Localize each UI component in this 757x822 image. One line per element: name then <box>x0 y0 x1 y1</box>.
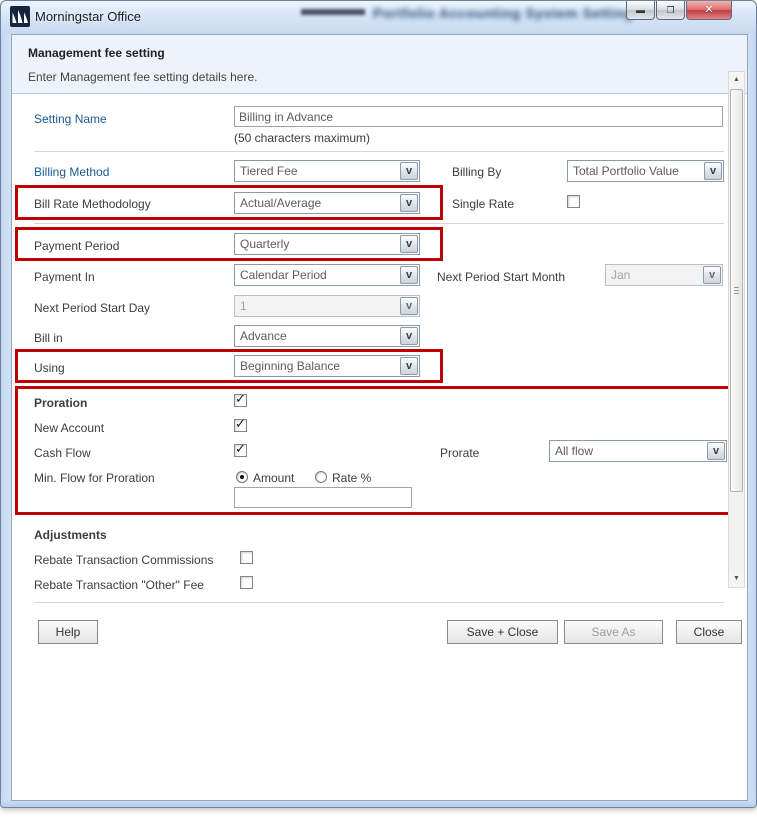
setting-name-label: Setting Name <box>34 112 107 126</box>
using-label: Using <box>34 361 65 375</box>
billing-method-label: Billing Method <box>34 165 109 179</box>
rebate-commissions-checkbox[interactable] <box>240 551 253 564</box>
close-icon: ✕ <box>704 4 713 16</box>
new-account-label: New Account <box>34 421 104 435</box>
close-button[interactable]: Close <box>676 620 742 644</box>
title-bar[interactable]: Morningstar Office Portfolio Accounting … <box>1 1 756 34</box>
scrollbar-grip <box>734 287 739 295</box>
background-window-title: Portfolio Accounting System Setting <box>373 5 633 21</box>
setting-name-hint: (50 characters maximum) <box>234 131 370 145</box>
single-rate-label: Single Rate <box>452 197 514 211</box>
chevron-down-icon[interactable]: v <box>400 266 418 284</box>
cash-flow-checkbox[interactable]: ✓ <box>234 444 247 457</box>
payment-in-label: Payment In <box>34 270 95 284</box>
rate-radio-label: Rate % <box>332 471 371 485</box>
next-period-start-day-select: 1 v <box>234 295 420 317</box>
check-icon: ✓ <box>235 441 246 457</box>
billing-by-value: Total Portfolio Value <box>573 164 679 178</box>
amount-radio[interactable] <box>236 471 248 483</box>
using-value: Beginning Balance <box>240 359 340 373</box>
payment-in-select[interactable]: Calendar Period v <box>234 264 420 286</box>
check-icon: ✓ <box>235 416 246 432</box>
min-flow-input[interactable] <box>234 487 412 508</box>
vertical-scrollbar[interactable]: ▲ ▼ <box>728 71 745 588</box>
bill-in-label: Bill in <box>34 331 63 345</box>
close-window-button[interactable]: ✕ <box>686 1 732 20</box>
page-subtitle: Enter Management fee setting details her… <box>28 70 257 84</box>
payment-period-label: Payment Period <box>34 239 119 253</box>
cash-flow-label: Cash Flow <box>34 446 91 460</box>
maximize-icon: ❐ <box>666 5 674 15</box>
min-flow-label: Min. Flow for Proration <box>34 471 155 485</box>
rebate-other-fee-label: Rebate Transaction "Other" Fee <box>34 578 204 592</box>
divider <box>34 151 724 152</box>
window-title: Morningstar Office <box>35 9 141 24</box>
payment-period-value: Quarterly <box>240 237 289 251</box>
new-account-checkbox[interactable]: ✓ <box>234 419 247 432</box>
amount-radio-label: Amount <box>253 471 294 485</box>
minimize-icon: ▬ <box>636 5 645 15</box>
chevron-down-icon[interactable]: v <box>400 357 418 375</box>
bill-rate-methodology-select[interactable]: Actual/Average v <box>234 192 420 214</box>
billing-method-value: Tiered Fee <box>240 164 298 178</box>
chevron-down-icon: v <box>703 266 721 284</box>
bill-rate-methodology-value: Actual/Average <box>240 196 321 210</box>
background-window-blur-bar <box>301 9 365 15</box>
scroll-down-icon[interactable]: ▼ <box>729 571 744 587</box>
dialog-header: Management fee setting Enter Management … <box>12 35 747 94</box>
chevron-down-icon[interactable]: v <box>400 194 418 212</box>
help-button[interactable]: Help <box>38 620 98 644</box>
dialog-content: Management fee setting Enter Management … <box>11 34 748 801</box>
save-as-button: Save As <box>564 620 663 644</box>
next-period-start-month-label: Next Period Start Month <box>437 270 565 284</box>
billing-by-label: Billing By <box>452 165 501 179</box>
payment-period-select[interactable]: Quarterly v <box>234 233 420 255</box>
page-title: Management fee setting <box>28 46 165 60</box>
prorate-value: All flow <box>555 444 593 458</box>
chevron-down-icon[interactable]: v <box>707 442 725 460</box>
next-period-start-month-value: Jan <box>611 268 630 282</box>
chevron-down-icon: v <box>400 297 418 315</box>
billing-by-select[interactable]: Total Portfolio Value v <box>567 160 724 182</box>
proration-checkbox[interactable]: ✓ <box>234 394 247 407</box>
check-icon: ✓ <box>235 391 246 407</box>
adjustments-title: Adjustments <box>34 528 107 542</box>
rebate-commissions-label: Rebate Transaction Commissions <box>34 553 213 567</box>
next-period-start-day-label: Next Period Start Day <box>34 301 150 315</box>
prorate-label: Prorate <box>440 446 479 460</box>
billing-method-select[interactable]: Tiered Fee v <box>234 160 420 182</box>
bill-in-select[interactable]: Advance v <box>234 325 420 347</box>
bill-in-value: Advance <box>240 329 287 343</box>
minimize-button[interactable]: ▬ <box>626 1 655 20</box>
morningstar-office-window: Morningstar Office Portfolio Accounting … <box>0 0 757 808</box>
save-close-button[interactable]: Save + Close <box>447 620 558 644</box>
rate-radio[interactable] <box>315 471 327 483</box>
next-period-start-day-value: 1 <box>240 299 247 313</box>
fee-setting-form: Setting Name (50 characters maximum) Bil… <box>12 94 747 647</box>
maximize-button[interactable]: ❐ <box>656 1 685 20</box>
window-frame-left <box>1 34 11 799</box>
bill-rate-methodology-label: Bill Rate Methodology <box>34 197 151 211</box>
proration-label: Proration <box>34 396 87 410</box>
setting-name-input[interactable] <box>234 106 723 127</box>
single-rate-checkbox[interactable] <box>567 195 580 208</box>
scrollbar-thumb[interactable] <box>730 89 743 492</box>
scroll-up-icon[interactable]: ▲ <box>729 72 744 88</box>
prorate-select[interactable]: All flow v <box>549 440 727 462</box>
divider <box>34 602 724 603</box>
morningstar-logo-icon <box>10 6 30 27</box>
next-period-start-month-select: Jan v <box>605 264 723 286</box>
chevron-down-icon[interactable]: v <box>400 162 418 180</box>
payment-in-value: Calendar Period <box>240 268 327 282</box>
chevron-down-icon[interactable]: v <box>400 235 418 253</box>
using-select[interactable]: Beginning Balance v <box>234 355 420 377</box>
chevron-down-icon[interactable]: v <box>400 327 418 345</box>
rebate-other-fee-checkbox[interactable] <box>240 576 253 589</box>
divider <box>34 223 724 224</box>
chevron-down-icon[interactable]: v <box>704 162 722 180</box>
